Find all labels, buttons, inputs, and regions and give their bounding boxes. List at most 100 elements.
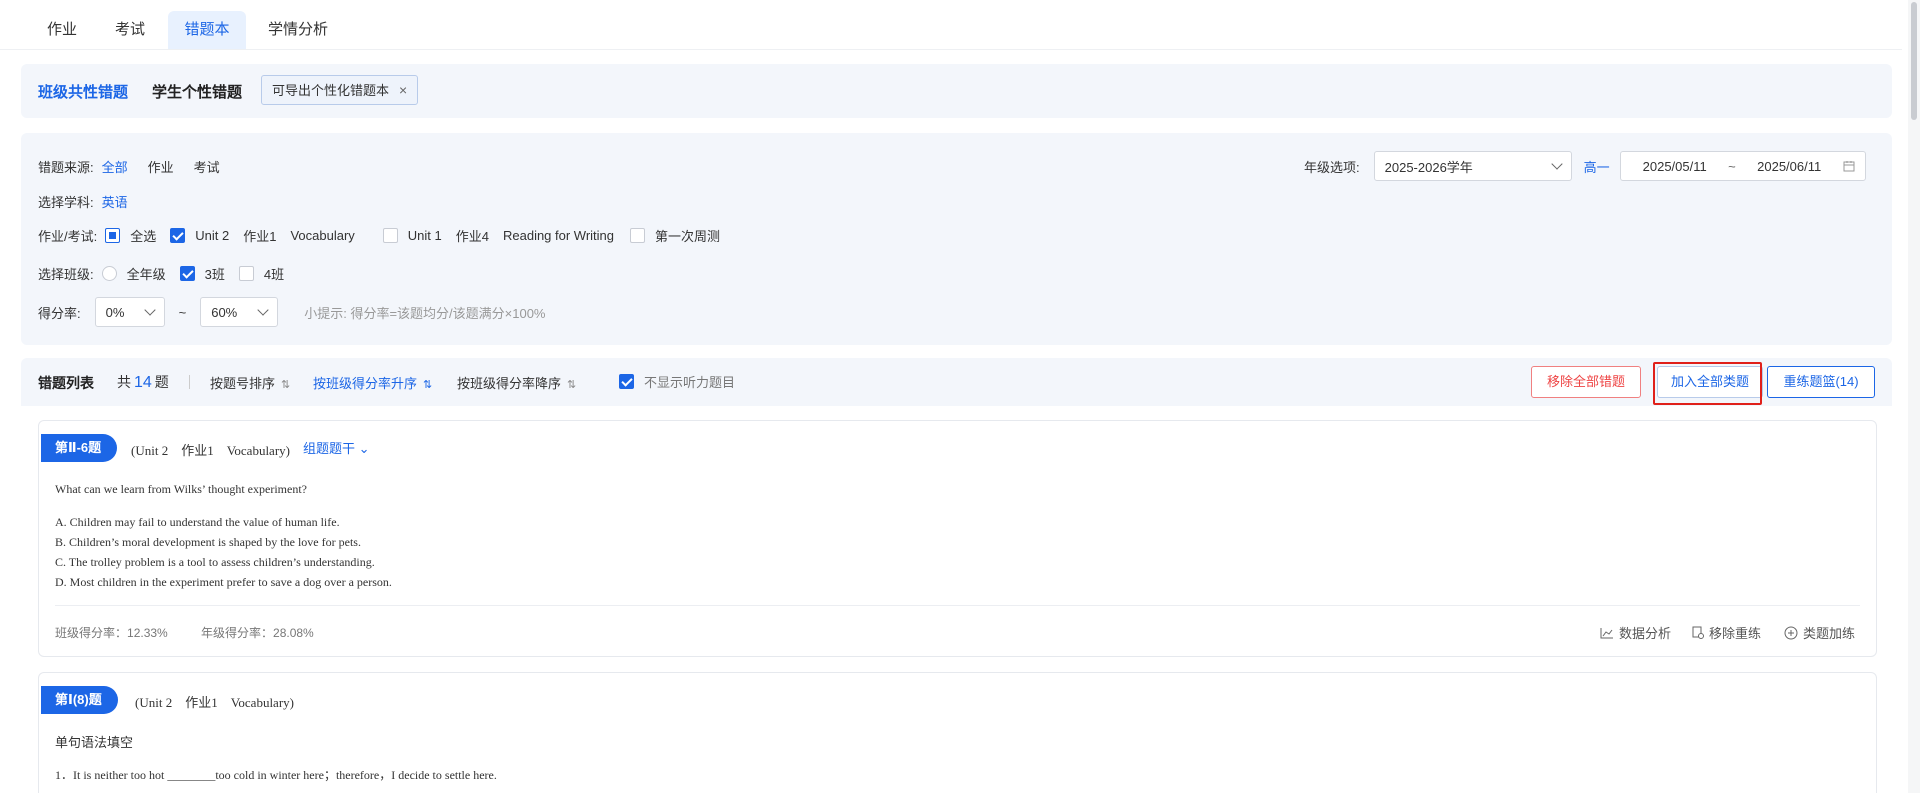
source-label: 错题来源: bbox=[38, 160, 94, 175]
list-title: 错题列表 bbox=[38, 375, 94, 391]
score-from-select[interactable]: 0% bbox=[94, 297, 165, 327]
class-rate-label: 班级得分率： bbox=[55, 626, 128, 640]
tab-homework[interactable]: 作业 bbox=[36, 11, 88, 49]
grade-label: 年级选项: bbox=[1304, 159, 1360, 175]
grade-rate-value: 28.08% bbox=[273, 626, 314, 640]
tab-mistake-book[interactable]: 错题本 bbox=[168, 11, 246, 49]
class-all-grade[interactable]: 全年级 bbox=[101, 264, 166, 283]
close-icon[interactable]: × bbox=[399, 82, 407, 98]
grade-level[interactable]: 高一 bbox=[1584, 157, 1610, 176]
remove-retrain-button[interactable]: 移除重练 bbox=[1692, 623, 1761, 642]
class-checkbox[interactable] bbox=[238, 266, 254, 281]
source-all[interactable]: 全部 bbox=[102, 157, 128, 176]
tab-class-common-mistakes[interactable]: 班级共性错题 bbox=[38, 81, 128, 102]
grade-year-select[interactable]: 2025-2026学年 bbox=[1373, 151, 1572, 181]
highlight-box bbox=[1653, 362, 1762, 405]
action-label: 移除重练 bbox=[1709, 626, 1762, 641]
date-to: 2025/06/11 bbox=[1757, 158, 1822, 174]
class-label: 选择班级: bbox=[38, 267, 94, 282]
sort-label: 按班级得分率升序 bbox=[313, 376, 418, 391]
work-select-all[interactable]: 全选 bbox=[105, 226, 156, 245]
source-exam[interactable]: 考试 bbox=[194, 157, 220, 176]
group-stem-label: 组题题干 bbox=[303, 441, 356, 456]
score-to-value: 60% bbox=[211, 304, 238, 320]
source-homework[interactable]: 作业 bbox=[148, 157, 174, 176]
subject-english[interactable]: 英语 bbox=[102, 192, 128, 211]
class-4[interactable]: 4班 bbox=[238, 264, 284, 283]
question-card: 第Ⅱ-6题 (Unit 2 作业1 Vocabulary) 组题题干 ⌄ Wha… bbox=[38, 420, 1877, 657]
option-b: B. Children’s moral development is shape… bbox=[55, 535, 361, 549]
export-chip[interactable]: 可导出个性化错题本 × bbox=[261, 75, 419, 105]
mistake-list-header: 错题列表 共 14 题 按题号排序 ⇅ 按班级得分率升序 ⇅ 按班级得分率降序 ⇅ 不显示… bbox=[21, 358, 1892, 406]
work-item-name: 第一次周测 bbox=[655, 229, 721, 244]
action-label: 数据分析 bbox=[1619, 626, 1672, 641]
sub-tabs-bar: 班级共性错题 学生个性错题 可导出个性化错题本 × bbox=[21, 64, 1892, 118]
count-value: 14 bbox=[134, 374, 152, 391]
work-label: 作业/考试: bbox=[38, 229, 98, 244]
tab-learning-analysis[interactable]: 学情分析 bbox=[258, 11, 338, 49]
divider bbox=[189, 375, 190, 389]
work-row: 作业/考试: 全选 Unit 2 作业1 Vocabulary Unit 1 作业4 R… bbox=[38, 226, 734, 245]
date-range-picker[interactable]: 2025/05/11 ~ 2025/06/11 bbox=[1619, 151, 1866, 181]
work-item-name: 作业1 bbox=[243, 229, 277, 244]
chart-icon bbox=[1600, 627, 1613, 638]
score-from-value: 0% bbox=[105, 304, 125, 320]
tab-exam[interactable]: 考试 bbox=[104, 11, 156, 49]
work-item-checkbox[interactable] bbox=[382, 228, 398, 243]
option-c: C. The trolley problem is a tool to asse… bbox=[55, 555, 375, 569]
question-card: 第Ⅰ(8)题 (Unit 2 作业1 Vocabulary) 单句语法填空 1．… bbox=[38, 672, 1877, 793]
scrollbar-thumb[interactable] bbox=[1911, 2, 1917, 120]
filter-panel: 错题来源: 全部 作业 考试 选择学科: 英语 作业/考试: 全选 Unit 2… bbox=[21, 133, 1892, 345]
question-tag: 第Ⅱ-6题 bbox=[41, 434, 118, 462]
work-item-topic: Vocabulary bbox=[290, 228, 355, 243]
work-item-unit2[interactable]: Unit 2 作业1 Vocabulary bbox=[170, 226, 355, 245]
list-count: 共 14 题 bbox=[117, 372, 169, 392]
sort-label: 按班级得分率降序 bbox=[457, 376, 562, 391]
option-d: D. Most children in the experiment prefe… bbox=[55, 575, 392, 589]
hide-listening-label: 不显示听力题目 bbox=[644, 375, 736, 390]
sort-class-rate-desc[interactable]: 按班级得分率降序 ⇅ bbox=[457, 373, 576, 392]
grade-year-value: 2025-2026学年 bbox=[1384, 159, 1473, 175]
chevron-double-down-icon: ⌄ bbox=[358, 441, 370, 456]
work-item-name: 作业4 bbox=[455, 229, 489, 244]
class-3[interactable]: 3班 bbox=[179, 264, 225, 283]
work-item-unit1[interactable]: Unit 1 作业4 Reading for Writing bbox=[382, 226, 615, 245]
remove-all-button[interactable]: 移除全部错题 bbox=[1531, 366, 1641, 398]
subject-row: 选择学科: 英语 bbox=[38, 192, 148, 211]
count-prefix: 共 bbox=[117, 374, 131, 390]
score-to-select[interactable]: 60% bbox=[200, 297, 279, 327]
subject-label: 选择学科: bbox=[38, 195, 94, 210]
card-footer: 班级得分率：12.33% 年级得分率：28.08% 数据分析 移除重练 类题加练 bbox=[55, 605, 1860, 647]
select-all-label: 全选 bbox=[130, 229, 157, 244]
select-all-checkbox[interactable] bbox=[105, 228, 121, 243]
hide-listening-toggle[interactable]: 不显示听力题目 bbox=[619, 372, 735, 391]
sort-class-rate-asc[interactable]: 按班级得分率升序 ⇅ bbox=[313, 373, 432, 392]
vertical-scrollbar[interactable] bbox=[1908, 0, 1920, 793]
class-all-radio[interactable] bbox=[101, 266, 117, 281]
question-stem: What can we learn from Wilks’ thought ex… bbox=[55, 482, 307, 496]
group-stem-toggle[interactable]: 组题题干 ⌄ bbox=[303, 438, 370, 457]
work-item-unit: Unit 2 bbox=[195, 228, 230, 243]
similar-practice-button[interactable]: 类题加练 bbox=[1784, 623, 1855, 642]
class-checkbox[interactable] bbox=[179, 266, 195, 281]
work-item-checkbox[interactable] bbox=[170, 228, 186, 243]
work-item-topic: Reading for Writing bbox=[502, 228, 615, 243]
retrain-basket-button[interactable]: 重练题篮(14) bbox=[1767, 366, 1875, 398]
chevron-down-icon bbox=[1550, 158, 1563, 170]
chevron-down-icon bbox=[143, 304, 156, 316]
grade-rate-label: 年级得分率： bbox=[201, 626, 274, 640]
class-score-rate: 班级得分率：12.33% bbox=[55, 624, 168, 641]
work-item-weekly-test[interactable]: 第一次周测 bbox=[630, 226, 720, 245]
tab-student-personal-mistakes[interactable]: 学生个性错题 bbox=[152, 81, 242, 102]
top-nav: 作业 考试 错题本 学情分析 bbox=[0, 0, 1902, 50]
export-chip-label: 可导出个性化错题本 bbox=[272, 83, 390, 98]
hide-listening-checkbox[interactable] bbox=[619, 374, 634, 389]
sort-by-number[interactable]: 按题号排序 ⇅ bbox=[210, 373, 290, 392]
data-analysis-button[interactable]: 数据分析 bbox=[1600, 623, 1671, 642]
class-all-label: 全年级 bbox=[126, 267, 166, 282]
option-a: A. Children may fail to understand the v… bbox=[55, 515, 340, 529]
score-hint: 小提示: 得分率=该题均分/该题满分×100% bbox=[304, 305, 546, 321]
class-rate-value: 12.33% bbox=[127, 626, 168, 640]
work-item-unit: Unit 1 bbox=[407, 228, 442, 243]
work-item-checkbox[interactable] bbox=[630, 228, 646, 243]
